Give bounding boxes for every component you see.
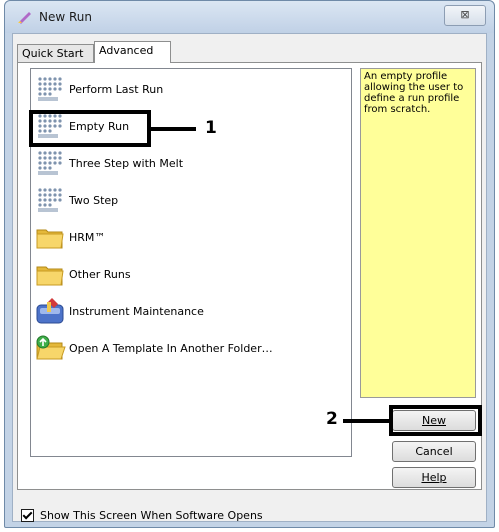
list-item-label: Three Step with Melt: [69, 156, 184, 170]
new-run-app-icon: [18, 12, 31, 24]
callout-1-number: 1: [205, 118, 217, 138]
folder-icon: [34, 258, 66, 290]
folder-icon: [34, 221, 66, 253]
cancel-button-label: Cancel: [415, 445, 453, 458]
close-button[interactable]: ⊠: [444, 5, 486, 26]
help-button[interactable]: Help: [392, 467, 476, 488]
callout-1-line: [151, 127, 196, 131]
list-item-two-step[interactable]: Two Step: [34, 184, 118, 216]
tab-advanced[interactable]: Advanced: [94, 41, 171, 63]
open-folder-icon: [34, 332, 66, 364]
callout-2-line: [343, 419, 389, 423]
list-item-hrm[interactable]: HRM™: [34, 221, 105, 253]
list-item-instrument-maintenance[interactable]: Instrument Maintenance: [34, 295, 204, 327]
list-item-open-template[interactable]: Open A Template In Another Folder…: [34, 332, 273, 364]
cancel-button[interactable]: Cancel: [392, 441, 476, 462]
title-bar[interactable]: New Run ⊠: [5, 1, 494, 33]
list-item-label: HRM™: [69, 230, 106, 244]
list-item-label: Perform Last Run: [69, 82, 164, 96]
list-item-three-step-with-melt[interactable]: Three Step with Melt: [34, 147, 183, 179]
show-on-open-label: Show This Screen When Software Opens: [40, 509, 263, 522]
tab-label: Quick Start: [22, 47, 84, 60]
list-item-other-runs[interactable]: Other Runs: [34, 258, 131, 290]
maintenance-icon: [34, 295, 66, 327]
list-item-label: Two Step: [69, 193, 119, 207]
show-on-open-option[interactable]: Show This Screen When Software Opens: [21, 509, 263, 522]
tab-quick-start[interactable]: Quick Start: [17, 44, 94, 62]
list-item-label: Other Runs: [69, 267, 131, 281]
new-button-highlight: [389, 405, 482, 436]
qiagen-grid-icon: [34, 184, 66, 216]
description-panel: An empty profile allowing the user to de…: [360, 68, 476, 398]
list-item-label: Open A Template In Another Folder…: [69, 341, 273, 355]
list-item-perform-last-run[interactable]: Perform Last Run: [34, 73, 163, 105]
empty-run-highlight: [29, 110, 151, 147]
qiagen-grid-icon: [34, 73, 66, 105]
close-icon: ⊠: [460, 8, 470, 21]
help-button-label: Help: [421, 471, 447, 484]
qiagen-grid-icon: [34, 147, 66, 179]
tab-label: Advanced: [99, 44, 154, 57]
window-title: New Run: [39, 10, 92, 24]
list-item-label: Instrument Maintenance: [69, 304, 204, 318]
callout-2-number: 2: [326, 409, 338, 429]
show-on-open-checkbox[interactable]: [21, 509, 34, 522]
